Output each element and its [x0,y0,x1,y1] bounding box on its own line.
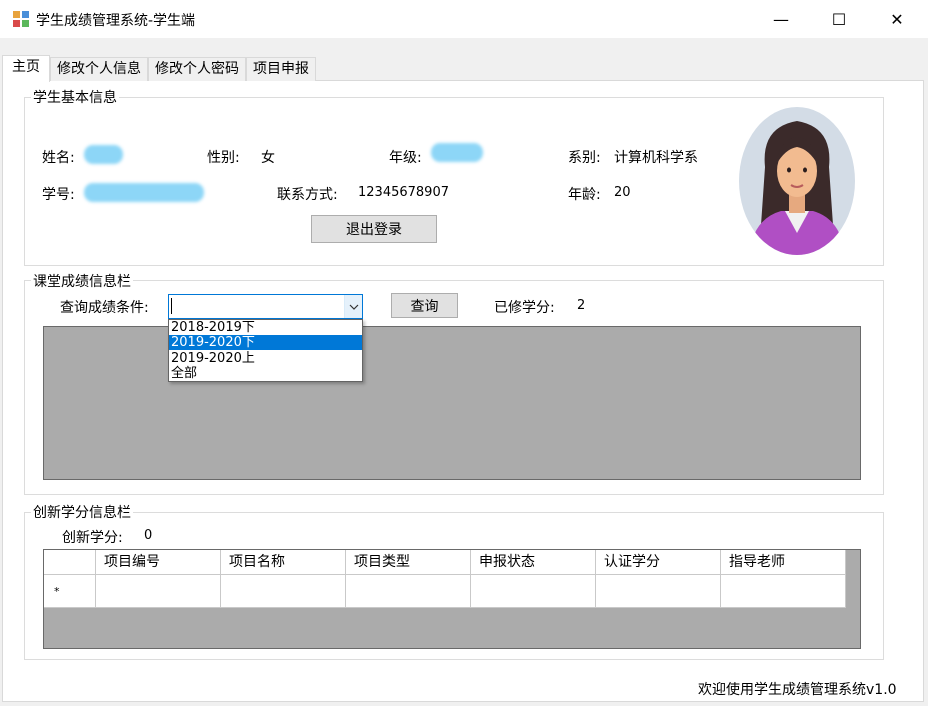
close-button[interactable]: ✕ [868,0,926,38]
contact-label: 联系方式: [277,187,338,203]
text-caret [171,298,172,314]
column-header-project-id[interactable]: 项目编号 [96,550,221,575]
query-condition-dropdown: 2018-2019下 2019-2020下 2019-2020上 全部 [168,319,363,382]
query-button[interactable]: 查询 [391,293,458,318]
grade-value-redacted [431,143,483,162]
table-cell[interactable] [96,575,221,608]
tab-edit-password[interactable]: 修改个人密码 [148,57,246,81]
grade-label: 年级: [389,150,422,166]
department-label: 系别: [568,150,601,166]
name-value-redacted [84,145,123,164]
table-cell[interactable] [221,575,346,608]
earned-credits-label: 已修学分: [494,300,555,316]
gender-value: 女 [261,150,275,166]
grades-grid[interactable] [43,326,861,480]
minimize-button[interactable]: — [752,0,810,38]
row-header-corner [44,550,96,575]
column-header-project-name[interactable]: 项目名称 [221,550,346,575]
query-condition-label: 查询成绩条件: [60,300,149,316]
app-icon [13,11,29,27]
basic-info-legend: 学生基本信息 [31,87,119,107]
department-value: 计算机科学系 [614,150,698,166]
earned-credits-value: 2 [577,298,586,313]
dropdown-option[interactable]: 全部 [169,366,362,381]
grades-legend: 课堂成绩信息栏 [31,271,133,291]
avatar [739,107,855,255]
dropdown-option[interactable]: 2019-2020上 [169,351,362,366]
age-value: 20 [614,185,631,200]
dropdown-option[interactable]: 2018-2019下 [169,320,362,335]
tab-project-apply[interactable]: 项目申报 [246,57,316,81]
column-header-apply-status[interactable]: 申报状态 [471,550,596,575]
chevron-down-icon[interactable] [344,295,362,318]
dropdown-option-selected[interactable]: 2019-2020下 [169,335,362,350]
tab-strip: 主页 修改个人信息 修改个人密码 项目申报 [2,55,316,82]
name-label: 姓名: [42,150,75,166]
window-title: 学生成绩管理系统-学生端 [36,13,196,29]
table-cell[interactable] [596,575,721,608]
column-header-project-type[interactable]: 项目类型 [346,550,471,575]
contact-value: 12345678907 [358,185,449,200]
innovation-credits-label: 创新学分: [62,530,123,546]
row-header-new[interactable]: * [44,575,96,608]
innovation-credits-value: 0 [144,528,153,543]
column-header-certified-credits[interactable]: 认证学分 [596,550,721,575]
age-label: 年龄: [568,187,601,203]
maximize-button[interactable]: ☐ [810,0,868,38]
table-cell[interactable] [346,575,471,608]
table-cell[interactable] [471,575,596,608]
student-id-label: 学号: [42,187,75,203]
gender-label: 性别: [207,150,240,166]
tab-edit-info[interactable]: 修改个人信息 [50,57,148,81]
status-text: 欢迎使用学生成绩管理系统v1.0 [698,682,897,698]
innovation-legend: 创新学分信息栏 [31,502,133,522]
innovation-grid[interactable]: 项目编号 项目名称 项目类型 申报状态 认证学分 指导老师 * [43,549,861,649]
tab-home[interactable]: 主页 [2,55,50,82]
table-cell[interactable] [721,575,846,608]
query-condition-combo[interactable] [168,294,363,319]
column-header-advisor[interactable]: 指导老师 [721,550,846,575]
logout-button[interactable]: 退出登录 [311,215,437,243]
student-id-value-redacted [84,183,204,202]
title-bar: 学生成绩管理系统-学生端 — ☐ ✕ [0,0,928,38]
